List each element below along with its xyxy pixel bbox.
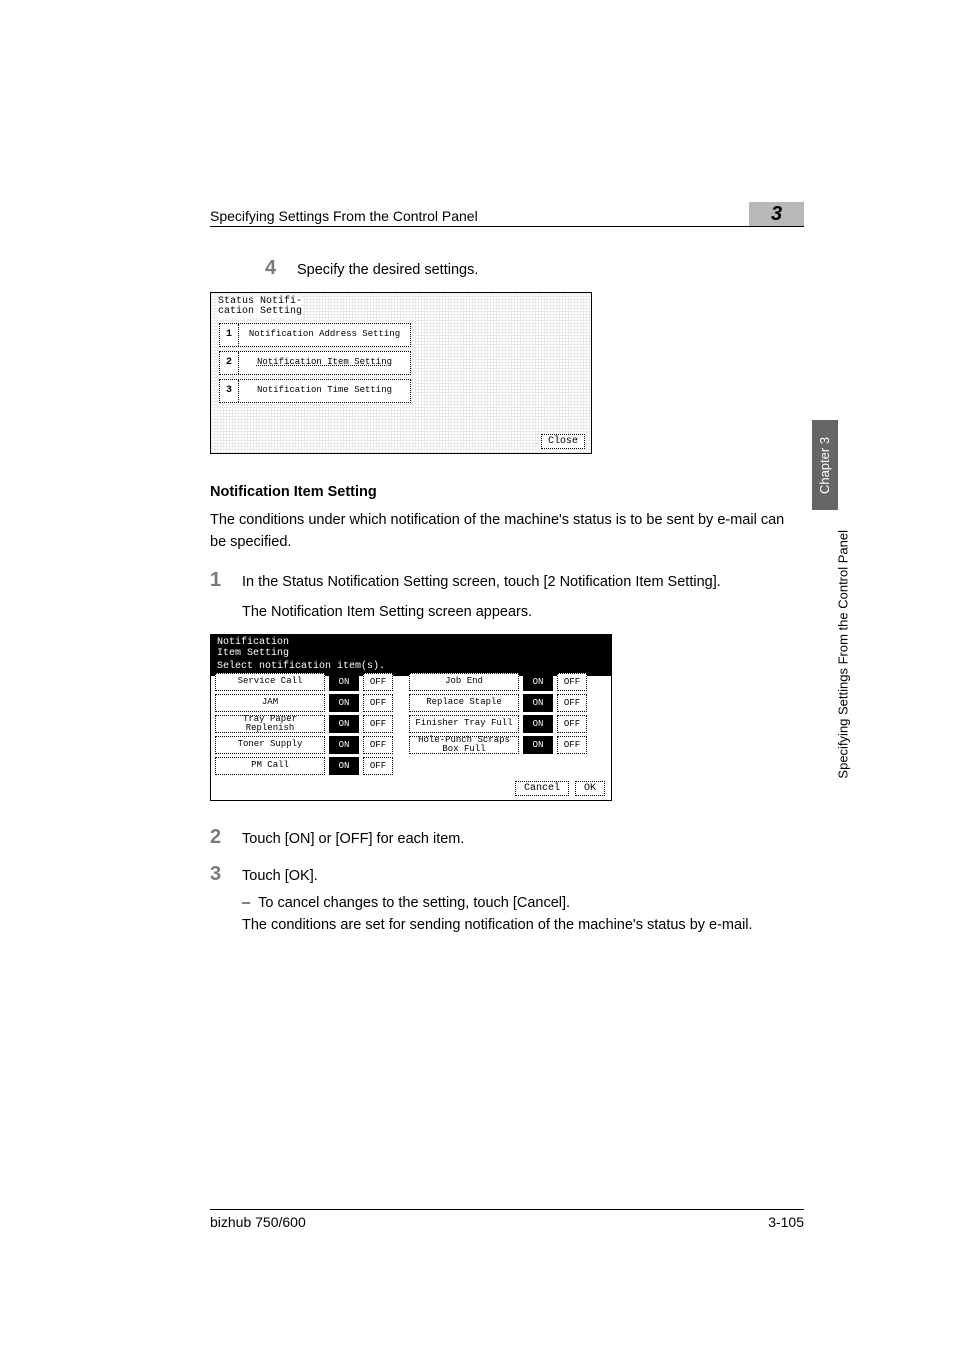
notification-item-setting-screen: Notification Item Setting Select notific… xyxy=(210,634,612,801)
step-1-number: 1 xyxy=(210,569,242,592)
menu-item-1-num: 1 xyxy=(220,329,238,340)
status-notification-screen: Status Notifi- cation Setting 1 Notifica… xyxy=(210,292,592,454)
close-button[interactable]: Close xyxy=(541,434,585,449)
off-button[interactable]: OFF xyxy=(363,757,393,775)
item-label: Hole-Punch Scraps Box Full xyxy=(409,736,519,754)
intro-text: The conditions under which notification … xyxy=(210,510,804,554)
step-3-sub1: – To cancel changes to the setting, touc… xyxy=(242,893,753,915)
item-label: JAM xyxy=(215,694,325,712)
side-tab-title: Specifying Settings From the Control Pan… xyxy=(836,530,851,779)
step-3-number: 3 xyxy=(210,863,242,886)
menu-item-2-num: 2 xyxy=(220,357,238,368)
step-1-text: In the Status Notification Setting scree… xyxy=(242,572,721,594)
step-2-number: 2 xyxy=(210,826,242,849)
off-button[interactable]: OFF xyxy=(557,673,587,691)
menu-item-1-label: Notification Address Setting xyxy=(238,324,410,346)
item-label: Job End xyxy=(409,673,519,691)
on-button[interactable]: ON xyxy=(329,694,359,712)
item-label: Tray Paper Replenish xyxy=(215,715,325,733)
item-label: Service Call xyxy=(215,673,325,691)
on-button[interactable]: ON xyxy=(329,736,359,754)
item-label: Finisher Tray Full xyxy=(409,715,519,733)
section-heading: Notification Item Setting xyxy=(210,484,804,500)
step-4-number: 4 xyxy=(265,257,297,280)
on-button[interactable]: ON xyxy=(523,715,553,733)
item-label: PM Call xyxy=(215,757,325,775)
step-3-sub2: The conditions are set for sending notif… xyxy=(242,915,753,937)
menu-item-1[interactable]: 1 Notification Address Setting xyxy=(219,323,411,347)
step-2-text: Touch [ON] or [OFF] for each item. xyxy=(242,826,464,851)
on-button[interactable]: ON xyxy=(523,673,553,691)
cancel-button[interactable]: Cancel xyxy=(515,781,569,796)
footer-page: 3-105 xyxy=(768,1214,804,1230)
chapter-number-box: 3 xyxy=(749,202,804,226)
on-button[interactable]: ON xyxy=(523,736,553,754)
off-button[interactable]: OFF xyxy=(363,715,393,733)
menu-item-2[interactable]: 2 Notification Item Setting xyxy=(219,351,411,375)
off-button[interactable]: OFF xyxy=(557,694,587,712)
step-1-sub: The Notification Item Setting screen app… xyxy=(242,602,721,624)
footer-model: bizhub 750/600 xyxy=(210,1214,306,1230)
off-button[interactable]: OFF xyxy=(363,694,393,712)
step-4-text: Specify the desired settings. xyxy=(297,257,478,282)
lcd2-header: Notification Item Setting Select notific… xyxy=(211,635,611,676)
lcd1-title: Status Notifi- cation Setting xyxy=(217,297,303,318)
on-button[interactable]: ON xyxy=(329,715,359,733)
menu-item-3-label: Notification Time Setting xyxy=(238,380,410,402)
on-button[interactable]: ON xyxy=(329,673,359,691)
on-button[interactable]: ON xyxy=(329,757,359,775)
side-tab-chapter: Chapter 3 xyxy=(812,420,838,510)
menu-item-3[interactable]: 3 Notification Time Setting xyxy=(219,379,411,403)
running-header: Specifying Settings From the Control Pan… xyxy=(210,208,478,224)
item-label: Toner Supply xyxy=(215,736,325,754)
on-button[interactable]: ON xyxy=(523,694,553,712)
item-label: Replace Staple xyxy=(409,694,519,712)
off-button[interactable]: OFF xyxy=(363,736,393,754)
off-button[interactable]: OFF xyxy=(557,715,587,733)
step-3-text: Touch [OK]. xyxy=(242,866,753,888)
off-button[interactable]: OFF xyxy=(557,736,587,754)
menu-item-2-label: Notification Item Setting xyxy=(238,352,410,374)
menu-item-3-num: 3 xyxy=(220,385,238,396)
lcd2-instruction: Select notification item(s). xyxy=(217,661,605,672)
ok-button[interactable]: OK xyxy=(575,781,605,796)
off-button[interactable]: OFF xyxy=(363,673,393,691)
